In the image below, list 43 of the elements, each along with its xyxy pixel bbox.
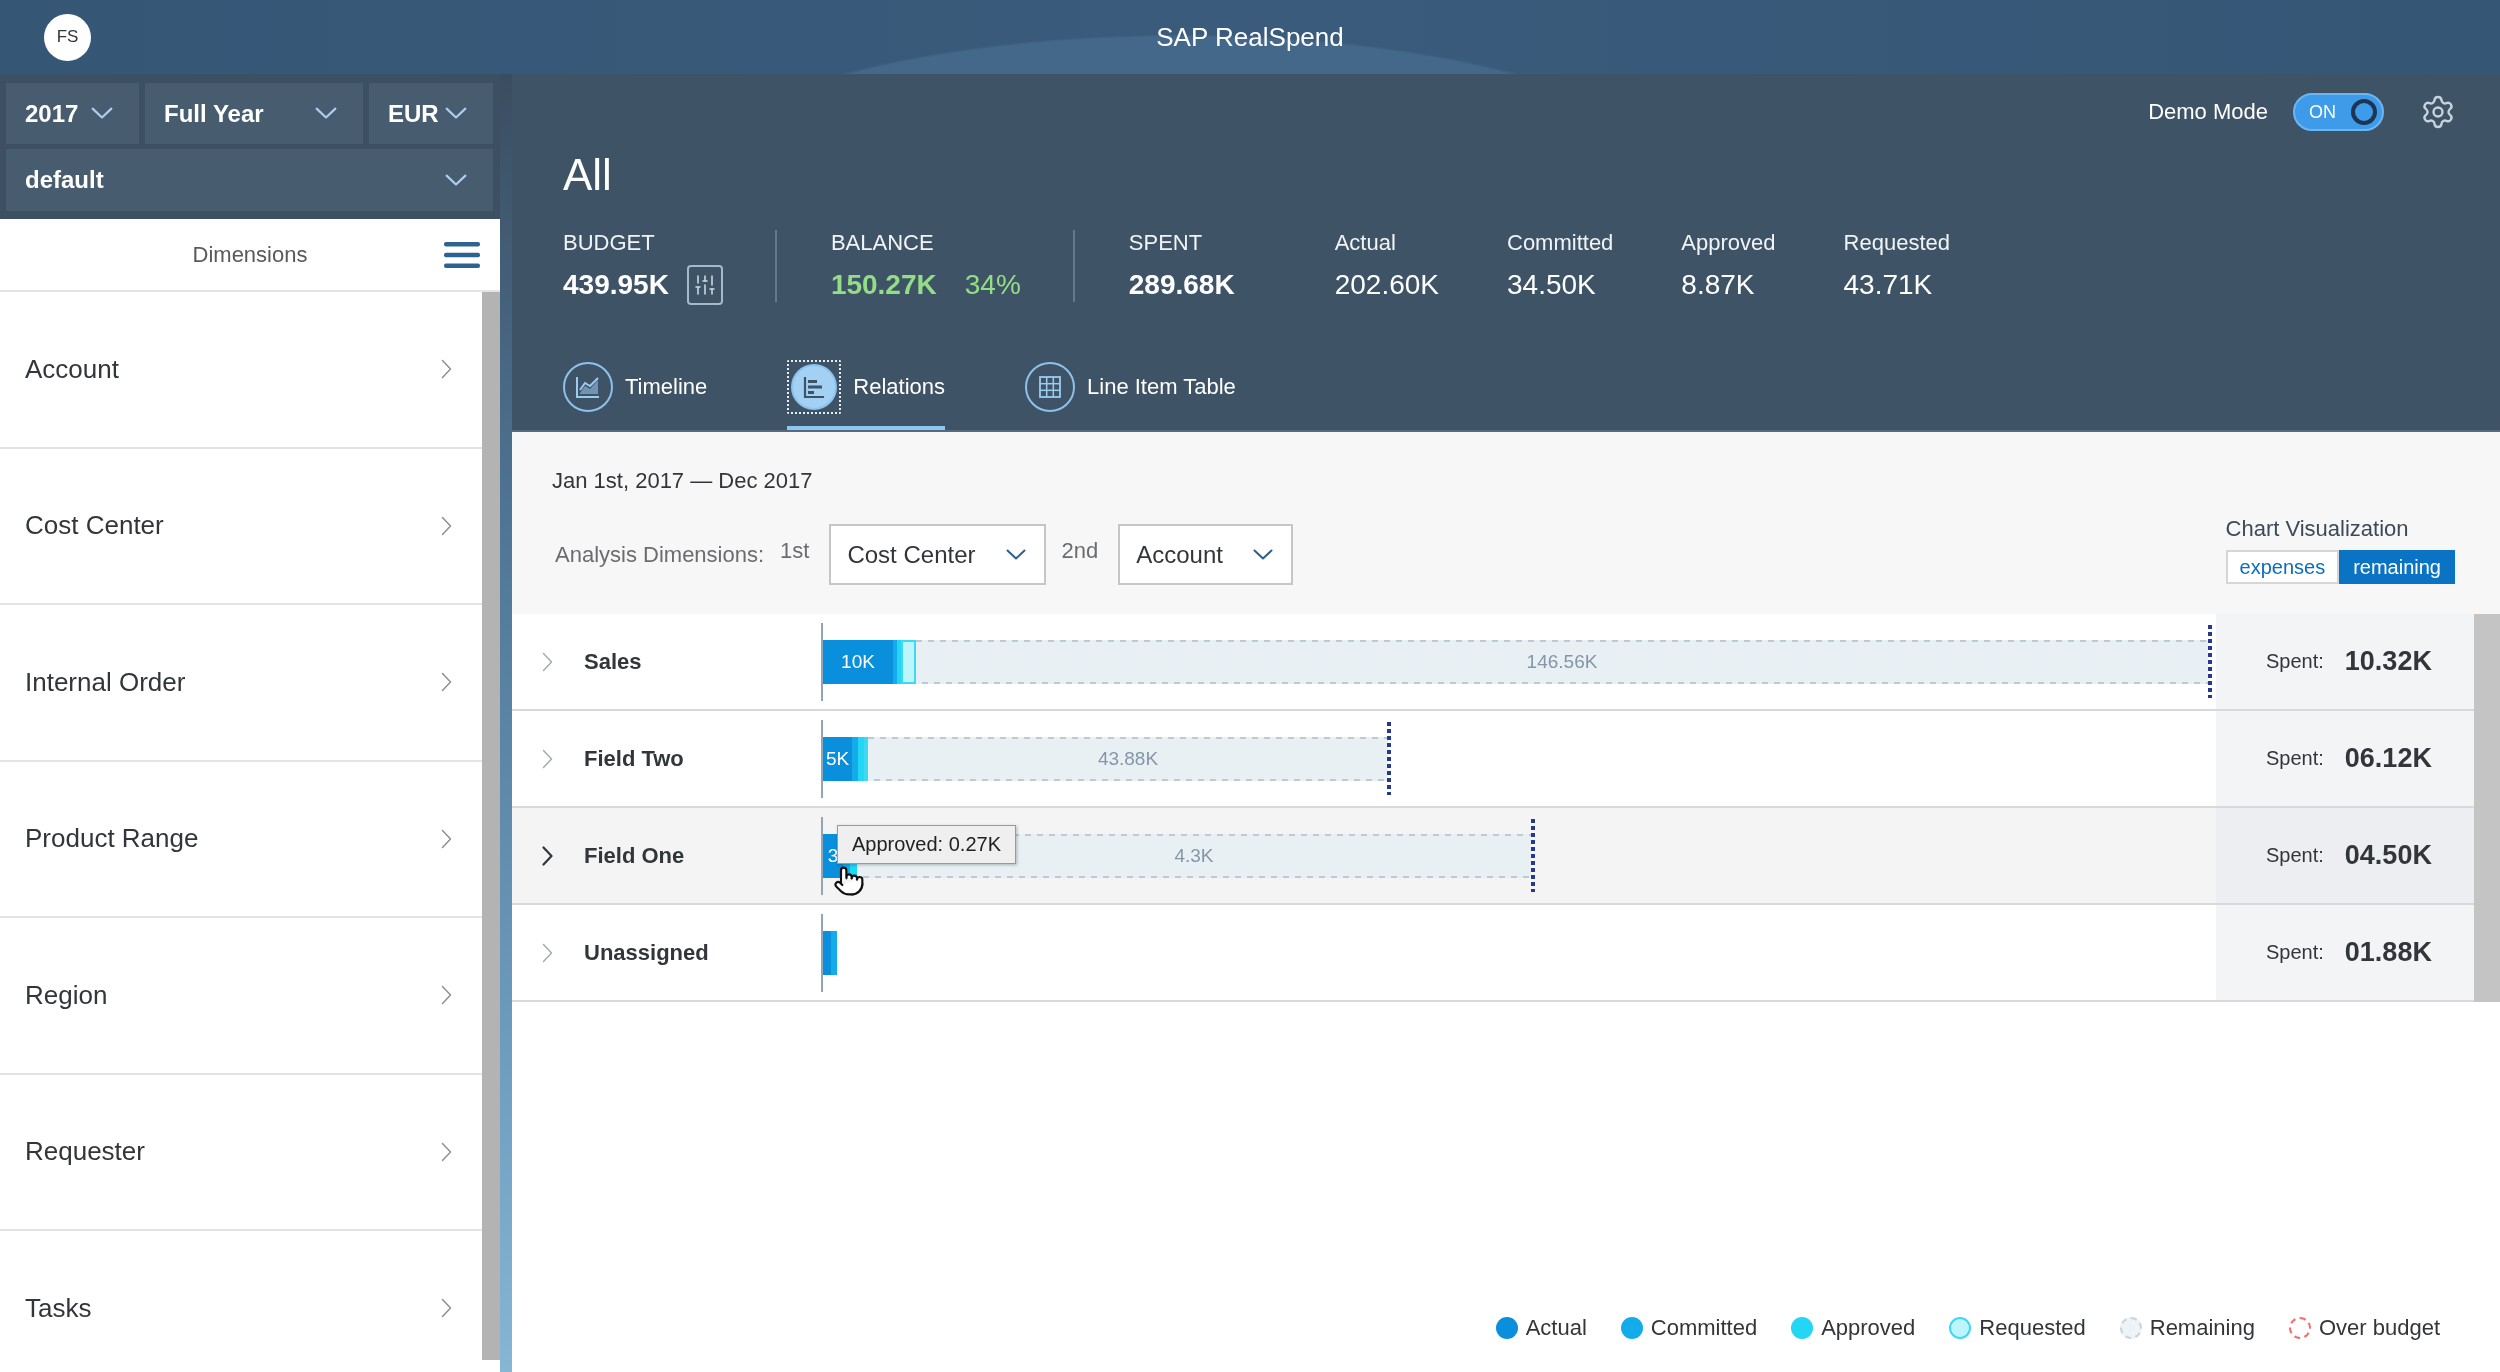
page-heading: All — [563, 150, 613, 200]
stat-label: BALANCE — [830, 230, 935, 256]
stat-label: Requested — [1843, 230, 1950, 256]
stat-value: 289.68K — [1128, 268, 1235, 302]
dimensions-heading: Dimensions — [192, 241, 308, 268]
stat-label: BUDGET — [563, 230, 656, 256]
order-label: 1st — [780, 537, 810, 564]
stat-value: 8.87K — [1681, 268, 1755, 302]
stat-value: 150.27K — [830, 268, 937, 302]
legend-label: Actual — [1525, 1315, 1587, 1341]
row-label: Sales — [584, 648, 642, 675]
stat-percent: 34% — [964, 268, 1021, 302]
spent-value: 04.50K — [2344, 840, 2432, 871]
spent-label: Spent: — [2266, 747, 2324, 770]
date-range: Jan 1st, 2017 — Dec 2017 — [552, 468, 814, 494]
row-label: Field One — [584, 842, 685, 869]
order-label: 2nd — [1061, 537, 1099, 564]
spent-value: 10.32K — [2344, 646, 2432, 677]
legend-label: Requested — [1979, 1315, 2086, 1341]
stat-value: 202.60K — [1334, 268, 1439, 302]
stat-label: Actual — [1334, 230, 1397, 256]
stat-label: Committed — [1507, 230, 1614, 256]
stat-label: SPENT — [1128, 230, 1204, 256]
spent-value: 06.12K — [2344, 743, 2432, 774]
demo-mode-label: Demo Mode — [2148, 99, 2268, 125]
stat-value: 439.95K — [563, 268, 669, 302]
spent-label: Spent: — [2266, 844, 2324, 867]
row-label: Field Two — [584, 745, 684, 772]
stat-value: 34.50K — [1507, 268, 1596, 302]
app-title: SAP RealSpend — [1156, 21, 1344, 53]
chart-visualization-label: Chart Visualization — [2225, 516, 2409, 542]
row-label: Unassigned — [584, 939, 709, 966]
legend-label: Over budget — [2318, 1315, 2440, 1341]
spent-label: Spent: — [2266, 650, 2324, 673]
tooltip: Approved: 0.27K — [837, 824, 1016, 864]
legend-label: Remaining — [2149, 1315, 2255, 1341]
legend-label: Committed — [1650, 1315, 1758, 1341]
analysis-label: Analysis Dimensions: — [555, 541, 765, 568]
legend-label: Approved — [1821, 1315, 1916, 1341]
stat-label: Approved — [1681, 230, 1776, 256]
spent-value: 01.88K — [2344, 937, 2432, 968]
spent-label: Spent: — [2266, 941, 2324, 964]
stat-value: 43.71K — [1843, 268, 1933, 302]
